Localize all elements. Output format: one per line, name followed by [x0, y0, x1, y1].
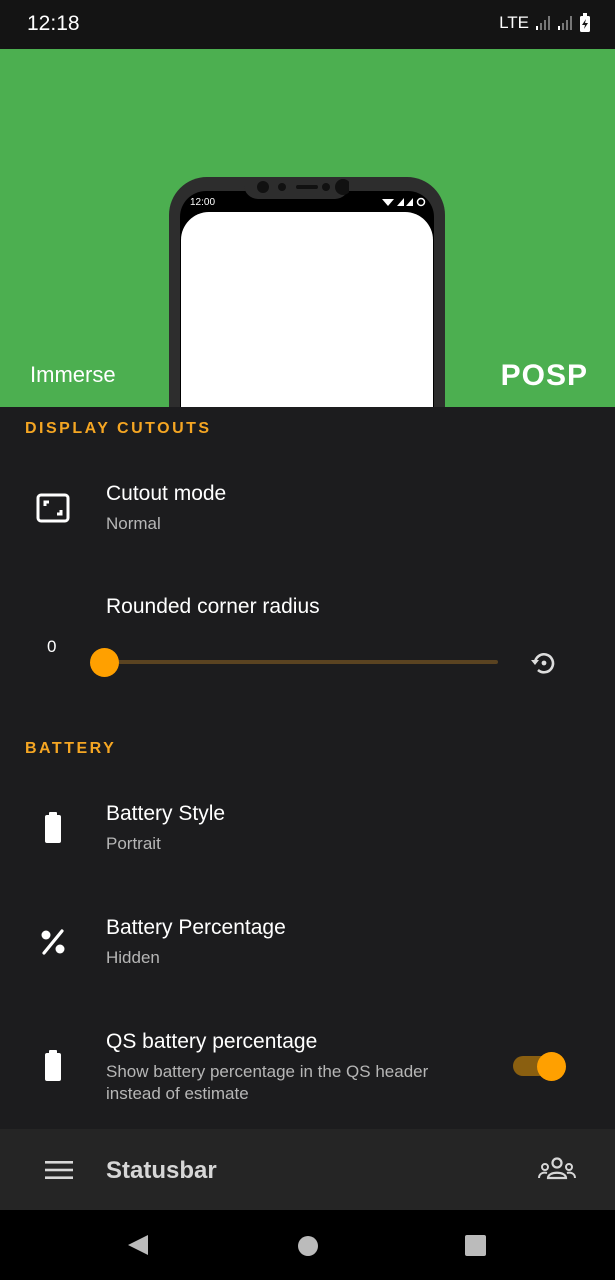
recents-icon[interactable]	[465, 1235, 486, 1256]
battery-icon	[45, 812, 61, 843]
battery-style-title: Battery Style	[106, 802, 226, 825]
cutout-mode-title: Cutout mode	[106, 482, 227, 505]
status-bar: 12:18 LTE	[0, 0, 615, 49]
section-title-battery: BATTERY	[25, 740, 117, 757]
toggle-thumb[interactable]	[537, 1052, 566, 1081]
phone-clock: 12:00	[190, 197, 216, 208]
cutout-mode-value: Normal	[106, 514, 161, 533]
back-icon[interactable]	[127, 1234, 149, 1256]
posp-logo: POSP	[500, 359, 588, 392]
system-nav-bar	[0, 1210, 615, 1280]
phone-screen: 12:00	[180, 191, 434, 407]
corner-radius-value: 0	[47, 637, 57, 656]
hero-banner: 12:00 Immerse POSP	[0, 49, 615, 407]
hero-label: Immerse	[30, 362, 116, 387]
corner-radius-slider-thumb[interactable]	[90, 648, 119, 677]
reset-icon[interactable]	[529, 648, 559, 678]
qs-battery-percentage-title: QS battery percentage	[106, 1030, 318, 1053]
signal-icon	[536, 16, 550, 30]
section-title-display-cutouts: DISPLAY CUTOUTS	[25, 420, 212, 437]
people-icon[interactable]	[538, 1156, 576, 1182]
battery-charging-icon	[580, 13, 590, 32]
menu-icon[interactable]	[45, 1160, 73, 1180]
home-icon[interactable]	[297, 1235, 319, 1257]
signal-icon-2	[558, 16, 572, 30]
battery-icon	[45, 1050, 61, 1081]
bottom-app-bar: Statusbar	[0, 1129, 615, 1210]
phone-notch	[244, 177, 351, 199]
phone-display	[181, 212, 433, 407]
cutout-icon	[36, 493, 70, 523]
phone-status-icons	[382, 197, 426, 207]
corner-radius-slider-track[interactable]	[105, 660, 498, 664]
corner-radius-title: Rounded corner radius	[106, 595, 320, 618]
qs-battery-percentage-summary: Show battery percentage in the QS header…	[106, 1062, 429, 1103]
status-time: 12:18	[27, 12, 80, 35]
status-icons: LTE	[499, 13, 591, 33]
percent-icon	[41, 929, 65, 955]
camera-cutout	[257, 179, 351, 195]
battery-style-value: Portrait	[106, 834, 161, 853]
page-title: Statusbar	[106, 1157, 217, 1184]
battery-percentage-title: Battery Percentage	[106, 916, 286, 939]
phone-illustration: 12:00	[169, 177, 445, 407]
network-type: LTE	[499, 13, 529, 32]
battery-percentage-value: Hidden	[106, 948, 160, 967]
